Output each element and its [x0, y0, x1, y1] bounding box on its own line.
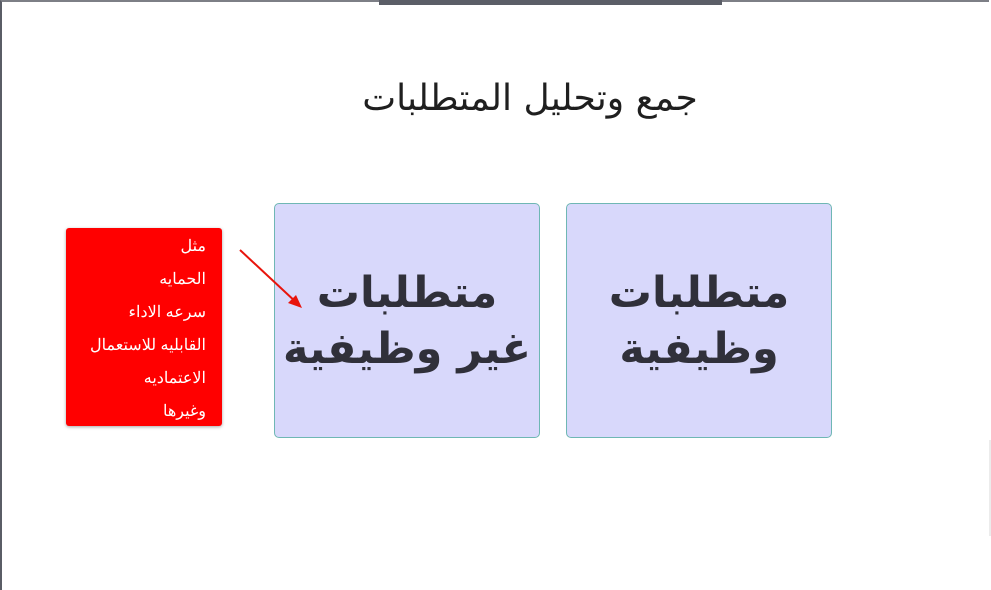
non-functional-requirements-box[interactable]: متطلبات غير وظيفية: [274, 203, 540, 438]
non-functional-box-line2: غير وظيفية: [283, 323, 532, 374]
callout-line: سرعه الاداء: [128, 304, 206, 321]
callout-line: القابليه للاستعمال: [89, 337, 206, 354]
callout-line: مثل: [180, 238, 206, 255]
functional-requirements-box[interactable]: متطلبات وظيفية: [566, 203, 832, 438]
slide-title: جمع وتحليل المتطلبات: [362, 78, 698, 119]
top-scroll-tab[interactable]: [379, 0, 722, 5]
non-functional-box-line1: متطلبات: [316, 267, 498, 318]
pointer-arrow-icon: [239, 249, 302, 308]
functional-box-line1: متطلبات: [608, 267, 790, 318]
examples-callout[interactable]: مثل الحمايه سرعه الاداء القابليه للاستعم…: [66, 228, 222, 426]
callout-line: الحمايه: [159, 271, 206, 288]
functional-box-line2: وظيفية: [619, 323, 779, 374]
callout-line: الاعتماديه: [143, 370, 206, 387]
callout-line: وغيرها: [162, 403, 206, 420]
